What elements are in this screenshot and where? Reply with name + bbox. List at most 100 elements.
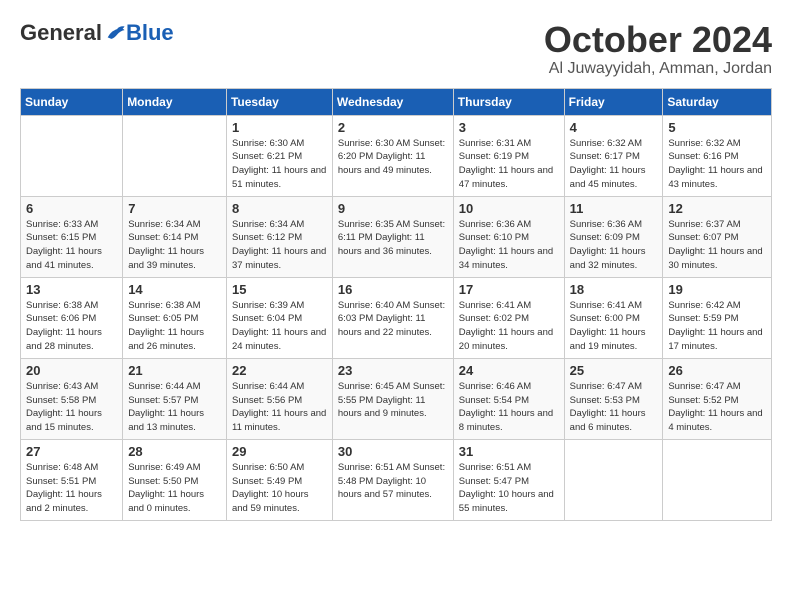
calendar-cell: 13 Sunrise: 6:38 AM Sunset: 6:06 PM Dayli… [21, 277, 123, 358]
day-number: 15 [232, 282, 327, 297]
calendar-cell: 1 Sunrise: 6:30 AM Sunset: 6:21 PM Daylig… [226, 115, 332, 196]
calendar-cell: 12Sunrise: 6:37 AM Sunset: 6:07 PM Dayli… [663, 196, 772, 277]
logo: General Blue [20, 20, 174, 46]
calendar-week-row: 20 Sunrise: 6:43 AM Sunset: 5:58 PM Dayli… [21, 358, 772, 439]
day-number: 1 [232, 120, 327, 135]
calendar-cell: 29 Sunrise: 6:50 AM Sunset: 5:49 PM Dayli… [226, 439, 332, 520]
header-monday: Monday [123, 88, 227, 115]
day-info: Sunrise: 6:44 AM Sunset: 5:57 PM Dayligh… [128, 380, 221, 435]
calendar-cell: 2 Sunrise: 6:30 AM Sunset: 6:20 PM Daylig… [332, 115, 453, 196]
calendar-cell: 4Sunrise: 6:32 AM Sunset: 6:17 PM Daylig… [564, 115, 663, 196]
header-tuesday: Tuesday [226, 88, 332, 115]
day-info: Sunrise: 6:38 AM Sunset: 6:05 PM Dayligh… [128, 299, 221, 354]
day-info: Sunrise: 6:33 AM Sunset: 6:15 PM Dayligh… [26, 218, 117, 273]
day-info: Sunrise: 6:51 AM Sunset: 5:48 PM Dayligh… [338, 461, 448, 502]
calendar-cell [564, 439, 663, 520]
day-number: 22 [232, 363, 327, 378]
header-friday: Friday [564, 88, 663, 115]
calendar-cell: 26 Sunrise: 6:47 AM Sunset: 5:52 PM Dayli… [663, 358, 772, 439]
day-number: 7 [128, 201, 221, 216]
day-number: 17 [459, 282, 559, 297]
day-info: Sunrise: 6:34 AM Sunset: 6:12 PM Dayligh… [232, 218, 327, 273]
day-info: Sunrise: 6:48 AM Sunset: 5:51 PM Dayligh… [26, 461, 117, 516]
calendar-cell: 31 Sunrise: 6:51 AM Sunset: 5:47 PM Dayli… [453, 439, 564, 520]
day-info: Sunrise: 6:30 AM Sunset: 6:20 PM Dayligh… [338, 137, 448, 178]
day-number: 14 [128, 282, 221, 297]
calendar-table: SundayMondayTuesdayWednesdayThursdayFrid… [20, 88, 772, 521]
day-info: Sunrise: 6:49 AM Sunset: 5:50 PM Dayligh… [128, 461, 221, 516]
day-info: Sunrise: 6:34 AM Sunset: 6:14 PM Dayligh… [128, 218, 221, 273]
calendar-cell: 8 Sunrise: 6:34 AM Sunset: 6:12 PM Daylig… [226, 196, 332, 277]
day-info: Sunrise: 6:32 AM Sunset: 6:16 PM Dayligh… [668, 137, 766, 192]
day-info: Sunrise: 6:38 AM Sunset: 6:06 PM Dayligh… [26, 299, 117, 354]
header-sunday: Sunday [21, 88, 123, 115]
calendar-cell: 9 Sunrise: 6:35 AM Sunset: 6:11 PM Daylig… [332, 196, 453, 277]
calendar-cell: 21 Sunrise: 6:44 AM Sunset: 5:57 PM Dayli… [123, 358, 227, 439]
day-info: Sunrise: 6:50 AM Sunset: 5:49 PM Dayligh… [232, 461, 327, 516]
day-number: 3 [459, 120, 559, 135]
day-number: 10 [459, 201, 559, 216]
day-number: 31 [459, 444, 559, 459]
calendar-cell: 16Sunrise: 6:40 AM Sunset: 6:03 PM Dayli… [332, 277, 453, 358]
calendar-cell: 17 Sunrise: 6:41 AM Sunset: 6:02 PM Dayli… [453, 277, 564, 358]
day-info: Sunrise: 6:51 AM Sunset: 5:47 PM Dayligh… [459, 461, 559, 516]
header-wednesday: Wednesday [332, 88, 453, 115]
calendar-cell: 3 Sunrise: 6:31 AM Sunset: 6:19 PM Daylig… [453, 115, 564, 196]
day-info: Sunrise: 6:42 AM Sunset: 5:59 PM Dayligh… [668, 299, 766, 354]
day-number: 30 [338, 444, 448, 459]
logo-blue: Blue [126, 20, 174, 46]
day-info: Sunrise: 6:41 AM Sunset: 6:02 PM Dayligh… [459, 299, 559, 354]
title-block: October 2024 Al Juwayyidah, Amman, Jorda… [544, 20, 772, 78]
page-header: General Blue October 2024 Al Juwayyidah,… [20, 20, 772, 78]
calendar-cell: 30 Sunrise: 6:51 AM Sunset: 5:48 PM Dayli… [332, 439, 453, 520]
day-info: Sunrise: 6:43 AM Sunset: 5:58 PM Dayligh… [26, 380, 117, 435]
day-info: Sunrise: 6:30 AM Sunset: 6:21 PM Dayligh… [232, 137, 327, 192]
day-number: 29 [232, 444, 327, 459]
day-number: 16 [338, 282, 448, 297]
calendar-cell: 10 Sunrise: 6:36 AM Sunset: 6:10 PM Dayli… [453, 196, 564, 277]
header-thursday: Thursday [453, 88, 564, 115]
day-info: Sunrise: 6:37 AM Sunset: 6:07 PM Dayligh… [668, 218, 766, 273]
header-saturday: Saturday [663, 88, 772, 115]
day-number: 21 [128, 363, 221, 378]
calendar-cell: 24Sunrise: 6:46 AM Sunset: 5:54 PM Dayli… [453, 358, 564, 439]
calendar-cell: 6 Sunrise: 6:33 AM Sunset: 6:15 PM Daylig… [21, 196, 123, 277]
calendar-week-row: 1 Sunrise: 6:30 AM Sunset: 6:21 PM Daylig… [21, 115, 772, 196]
day-number: 27 [26, 444, 117, 459]
day-number: 20 [26, 363, 117, 378]
calendar-cell: 22Sunrise: 6:44 AM Sunset: 5:56 PM Dayli… [226, 358, 332, 439]
day-number: 18 [570, 282, 658, 297]
day-info: Sunrise: 6:47 AM Sunset: 5:52 PM Dayligh… [668, 380, 766, 435]
day-number: 6 [26, 201, 117, 216]
day-number: 2 [338, 120, 448, 135]
day-number: 13 [26, 282, 117, 297]
calendar-cell: 23 Sunrise: 6:45 AM Sunset: 5:55 PM Dayli… [332, 358, 453, 439]
day-info: Sunrise: 6:45 AM Sunset: 5:55 PM Dayligh… [338, 380, 448, 421]
day-info: Sunrise: 6:35 AM Sunset: 6:11 PM Dayligh… [338, 218, 448, 259]
calendar-cell: 19 Sunrise: 6:42 AM Sunset: 5:59 PM Dayli… [663, 277, 772, 358]
calendar-week-row: 6 Sunrise: 6:33 AM Sunset: 6:15 PM Daylig… [21, 196, 772, 277]
calendar-cell [21, 115, 123, 196]
calendar-cell: 5Sunrise: 6:32 AM Sunset: 6:16 PM Daylig… [663, 115, 772, 196]
day-number: 26 [668, 363, 766, 378]
day-number: 9 [338, 201, 448, 216]
day-info: Sunrise: 6:31 AM Sunset: 6:19 PM Dayligh… [459, 137, 559, 192]
calendar-cell: 28 Sunrise: 6:49 AM Sunset: 5:50 PM Dayli… [123, 439, 227, 520]
day-number: 8 [232, 201, 327, 216]
calendar-cell: 18Sunrise: 6:41 AM Sunset: 6:00 PM Dayli… [564, 277, 663, 358]
day-info: Sunrise: 6:39 AM Sunset: 6:04 PM Dayligh… [232, 299, 327, 354]
day-info: Sunrise: 6:32 AM Sunset: 6:17 PM Dayligh… [570, 137, 658, 192]
calendar-week-row: 27 Sunrise: 6:48 AM Sunset: 5:51 PM Dayli… [21, 439, 772, 520]
calendar-cell [663, 439, 772, 520]
day-info: Sunrise: 6:36 AM Sunset: 6:09 PM Dayligh… [570, 218, 658, 273]
day-info: Sunrise: 6:46 AM Sunset: 5:54 PM Dayligh… [459, 380, 559, 435]
location: Al Juwayyidah, Amman, Jordan [544, 60, 772, 78]
day-number: 28 [128, 444, 221, 459]
calendar-cell: 11Sunrise: 6:36 AM Sunset: 6:09 PM Dayli… [564, 196, 663, 277]
day-info: Sunrise: 6:36 AM Sunset: 6:10 PM Dayligh… [459, 218, 559, 273]
day-number: 19 [668, 282, 766, 297]
month-title: October 2024 [544, 20, 772, 60]
calendar-cell: 25Sunrise: 6:47 AM Sunset: 5:53 PM Dayli… [564, 358, 663, 439]
calendar-cell: 27 Sunrise: 6:48 AM Sunset: 5:51 PM Dayli… [21, 439, 123, 520]
day-number: 23 [338, 363, 448, 378]
